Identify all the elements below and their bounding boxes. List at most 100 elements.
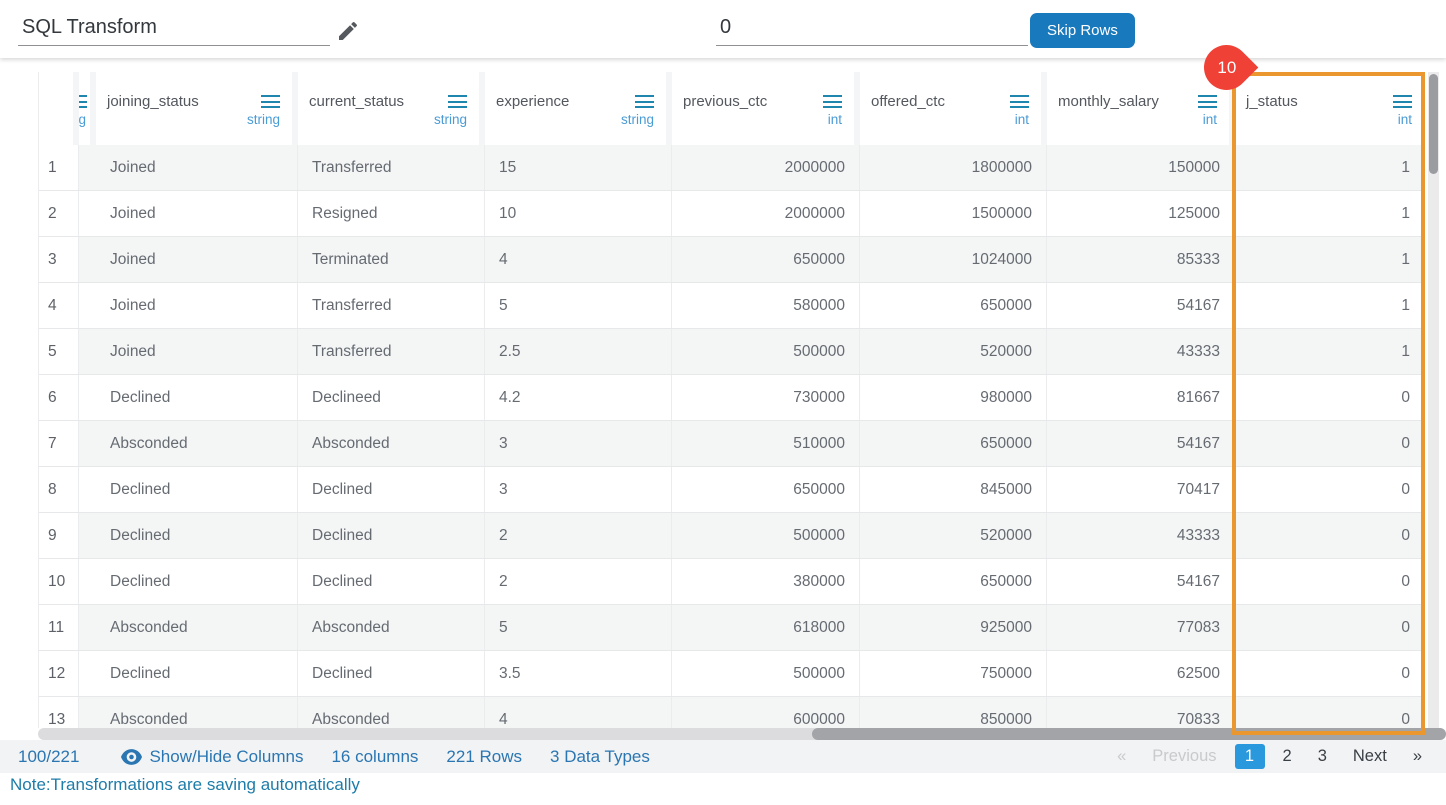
cell-monthly_salary: 81667 xyxy=(1047,375,1235,420)
table-footer: 100/221 Show/Hide Columns 16 columns 221… xyxy=(0,740,1446,773)
cell-current_status: Transferred xyxy=(298,283,485,328)
cell-previous_ctc: 600000 xyxy=(672,697,860,728)
cell-previous_ctc: 650000 xyxy=(672,467,860,512)
column-header-offered_ctc[interactable]: offered_ctc int xyxy=(860,72,1047,145)
cell-joining_status: Declined xyxy=(96,467,298,512)
column-menu-icon[interactable] xyxy=(635,95,654,108)
column-header-monthly_salary[interactable]: monthly_salary int xyxy=(1047,72,1235,145)
column-type-label: string xyxy=(433,112,467,127)
column-menu-icon[interactable] xyxy=(448,95,467,108)
table-row: 8 Declined Declined 3 650000 845000 70417 0 xyxy=(39,467,1424,513)
cell-j_status: 0 xyxy=(1235,513,1424,558)
visible-rows-fraction: 100/221 xyxy=(18,746,80,766)
cell-joining_status: Absconded xyxy=(96,421,298,466)
column-menu-icon[interactable] xyxy=(1393,95,1412,108)
cell-j_status: 0 xyxy=(1235,605,1424,650)
cell-current_status: Declined xyxy=(298,513,485,558)
column-type-label: g xyxy=(79,112,86,127)
column-name: experience xyxy=(496,93,570,110)
cell-previous_ctc: 500000 xyxy=(672,329,860,374)
columns-count: 16 columns xyxy=(331,746,419,766)
cell-joining_status: Declined xyxy=(96,559,298,604)
pagination-prev-arrow[interactable]: « xyxy=(1109,744,1134,769)
table-row: 9 Declined Declined 2 500000 520000 43333 0 xyxy=(39,513,1424,559)
cell-experience: 3 xyxy=(485,467,672,512)
cell-current_status: Declineed xyxy=(298,375,485,420)
column-menu-icon[interactable] xyxy=(1010,95,1029,108)
cell-j_status: 1 xyxy=(1235,237,1424,282)
column-name: monthly_salary xyxy=(1058,93,1159,110)
cell-previous_ctc: 510000 xyxy=(672,421,860,466)
cell-current_status: Resigned xyxy=(298,191,485,236)
cell-monthly_salary: 43333 xyxy=(1047,513,1235,558)
data-table: g joining_status string current_status strin… xyxy=(38,72,1424,728)
cell-experience: 2 xyxy=(485,559,672,604)
column-menu-icon[interactable] xyxy=(79,95,87,108)
eye-icon xyxy=(121,748,143,765)
table-row: 11 Absconded Absconded 5 618000 925000 77083 0 xyxy=(39,605,1424,651)
cell-current_status: Absconded xyxy=(298,605,485,650)
cell-joining_status: Joined xyxy=(96,329,298,374)
show-hide-columns-button[interactable]: Show/Hide Columns xyxy=(121,747,303,767)
row-number-cell: 8 xyxy=(39,467,79,512)
column-menu-icon[interactable] xyxy=(261,95,280,108)
horizontal-scrollbar-thumb[interactable] xyxy=(812,728,1446,740)
clipped-column-header[interactable]: g xyxy=(79,72,96,145)
cell-monthly_salary: 43333 xyxy=(1047,329,1235,374)
cell-current_status: Transferred xyxy=(298,145,485,190)
column-header-previous_ctc[interactable]: previous_ctc int xyxy=(672,72,860,145)
row-number-cell: 7 xyxy=(39,421,79,466)
cell-experience: 3.5 xyxy=(485,651,672,696)
vertical-scrollbar[interactable] xyxy=(1428,72,1439,740)
column-name: offered_ctc xyxy=(871,93,945,110)
cell-experience: 10 xyxy=(485,191,672,236)
pagination-next[interactable]: Next xyxy=(1345,744,1395,769)
column-header-j_status[interactable]: j_status int xyxy=(1235,72,1424,145)
cell-monthly_salary: 125000 xyxy=(1047,191,1235,236)
edit-title-icon[interactable] xyxy=(336,19,360,43)
cell-previous_ctc: 618000 xyxy=(672,605,860,650)
cell-offered_ctc: 650000 xyxy=(860,421,1047,466)
cell-previous_ctc: 2000000 xyxy=(672,191,860,236)
show-hide-columns-label: Show/Hide Columns xyxy=(149,746,304,766)
column-header-current_status[interactable]: current_status string xyxy=(298,72,485,145)
table-row: 1 Joined Transferred 15 2000000 1800000 150000… xyxy=(39,145,1424,191)
cell-offered_ctc: 925000 xyxy=(860,605,1047,650)
row-number-cell: 13 xyxy=(39,697,79,728)
cell-monthly_salary: 85333 xyxy=(1047,237,1235,282)
page-button-2[interactable]: 2 xyxy=(1275,744,1300,769)
cell-offered_ctc: 980000 xyxy=(860,375,1047,420)
horizontal-scrollbar[interactable] xyxy=(38,728,1446,740)
cell-offered_ctc: 520000 xyxy=(860,329,1047,374)
cell-experience: 4 xyxy=(485,697,672,728)
column-menu-icon[interactable] xyxy=(823,95,842,108)
column-header-joining_status[interactable]: joining_statusstring xyxy=(96,72,298,145)
cell-offered_ctc: 750000 xyxy=(860,651,1047,696)
table-row: 6 Declined Declineed 4.2 730000 980000 81667 0 xyxy=(39,375,1424,421)
skip-rows-button[interactable]: Skip Rows xyxy=(1030,13,1135,48)
table-row: 7 Absconded Absconded 3 510000 650000 54167 0 xyxy=(39,421,1424,467)
cell-j_status: 1 xyxy=(1235,329,1424,374)
column-type-label: string xyxy=(246,112,280,127)
skip-rows-input[interactable]: 0 xyxy=(716,14,1028,46)
vertical-scrollbar-thumb[interactable] xyxy=(1429,74,1438,174)
cell-j_status: 0 xyxy=(1235,559,1424,604)
row-number-cell: 6 xyxy=(39,375,79,420)
rows-count: 221 Rows xyxy=(446,746,523,766)
cell-joining_status: Absconded xyxy=(96,697,298,728)
page-button-3[interactable]: 3 xyxy=(1310,744,1335,769)
column-header-experience[interactable]: experience string xyxy=(485,72,672,145)
transform-title-input[interactable]: SQL Transform xyxy=(18,14,330,46)
table-row: 13 Absconded Absconded 4 600000 850000 70833 0 xyxy=(39,697,1424,728)
cell-current_status: Terminated xyxy=(298,237,485,282)
row-number-cell: 1 xyxy=(39,145,79,190)
pagination-previous[interactable]: Previous xyxy=(1144,744,1224,769)
pagination-next-arrow[interactable]: » xyxy=(1405,744,1430,769)
column-name: joining_status xyxy=(107,93,199,110)
cell-monthly_salary: 62500 xyxy=(1047,651,1235,696)
column-menu-icon[interactable] xyxy=(1198,95,1217,108)
cell-previous_ctc: 500000 xyxy=(672,651,860,696)
cell-experience: 2.5 xyxy=(485,329,672,374)
cell-joining_status: Absconded xyxy=(96,605,298,650)
page-button-1[interactable]: 1 xyxy=(1234,744,1265,769)
